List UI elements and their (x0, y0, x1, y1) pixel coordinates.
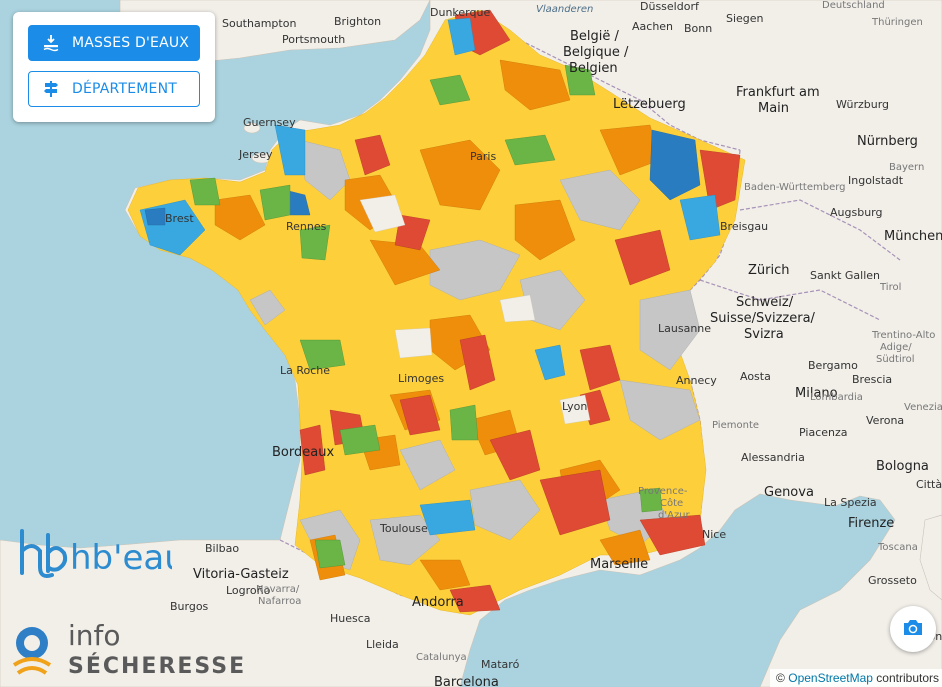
label-lleida: Lleida (366, 638, 399, 651)
label-cotedazur: Côte (660, 497, 683, 509)
label-aachen: Aachen (632, 20, 673, 33)
label-trentino: Trentino-Alto (871, 330, 935, 341)
label-bologna: Bologna (876, 459, 929, 474)
label-lombardia: Lombardia (810, 392, 863, 403)
attribution-suffix: contributors (876, 671, 939, 685)
label-schweiz: Schweiz/ (736, 295, 794, 310)
label-belgien: Belgien (569, 61, 618, 76)
label-breisgau: Breisgau (720, 220, 768, 233)
label-vitoria: Vitoria-Gasteiz (193, 567, 289, 582)
label-andorra: Andorra (412, 595, 464, 610)
label-sanktgallen: Sankt Gallen (810, 269, 880, 282)
label-alessandria: Alessandria (741, 451, 805, 464)
label-lausanne: Lausanne (658, 322, 711, 335)
layer-selector-panel: MASSES D'EAUX DÉPARTEMENT (13, 12, 215, 122)
label-lyon: Lyon (562, 400, 587, 413)
label-paris: Paris (470, 150, 496, 163)
label-dunkerque: Dunkerque (430, 6, 490, 19)
label-vlaanderen: Vlaanderen (536, 4, 593, 15)
label-grosseto: Grosseto (868, 574, 917, 587)
label-southampton: Southampton (222, 17, 296, 30)
label-annecy: Annecy (676, 374, 717, 387)
label-wurttemberg: Baden-Württemberg (744, 182, 846, 193)
label-catalunya: Catalunya (416, 652, 467, 663)
info-secheresse-logo: info SÉCHERESSE (10, 617, 250, 684)
label-nice: Nice (702, 528, 726, 541)
label-piacenza: Piacenza (799, 426, 848, 439)
label-aosta: Aosta (740, 370, 771, 383)
label-belgique-1: België / (570, 29, 620, 44)
label-letzebuerg: Lëtzebuerg (613, 97, 686, 112)
label-toulouse: Toulouse (379, 522, 428, 535)
label-bilbao: Bilbao (205, 542, 239, 555)
label-wurzburg: Würzburg (836, 98, 889, 111)
label-marseille: Marseille (590, 557, 648, 572)
label-adige: Adige/ (880, 342, 912, 353)
label-jersey: Jersey (238, 148, 273, 161)
label-main: Main (758, 101, 789, 116)
label-larochelle: La Roche (280, 364, 330, 377)
label-verona: Verona (866, 414, 904, 427)
secheresse-text: SÉCHERESSE (68, 653, 246, 679)
label-portsmouth: Portsmouth (282, 33, 345, 46)
camera-icon (902, 617, 924, 642)
attribution-prefix: © (776, 671, 785, 685)
info-text: info (68, 619, 121, 652)
label-brescia: Brescia (852, 373, 892, 386)
label-dazur: d'Azur (658, 510, 691, 521)
masses-deaux-button[interactable]: MASSES D'EAUX (28, 25, 200, 61)
label-nurnberg: Nürnberg (857, 134, 918, 149)
departement-button[interactable]: DÉPARTEMENT (28, 71, 200, 107)
label-burgos: Burgos (170, 600, 209, 613)
label-dusseldorf: Düsseldorf (640, 0, 700, 13)
label-ingolstadt: Ingolstadt (848, 174, 904, 187)
label-barcelona: Barcelona (434, 675, 499, 687)
label-navarra: Navarra/ (256, 584, 300, 595)
label-bordeaux: Bordeaux (272, 445, 334, 460)
label-rennes: Rennes (286, 220, 327, 233)
label-laspezia: La Spezia (824, 496, 877, 509)
label-augsburg: Augsburg (830, 206, 882, 219)
label-provence: Provence- (638, 486, 688, 497)
label-sudtirol: Südtirol (876, 354, 915, 365)
signpost-icon (42, 80, 60, 98)
label-zurich: Zürich (748, 263, 790, 278)
label-bonn: Bonn (684, 22, 712, 35)
label-venezia: Venezia (904, 402, 942, 413)
hbeau-logo: hb'eau (12, 523, 186, 598)
label-siegen: Siegen (726, 12, 764, 25)
camera-button[interactable] (890, 606, 936, 652)
label-deutschland: Deutschland (822, 0, 885, 11)
label-frankfurt: Frankfurt am (736, 85, 820, 100)
label-svizra: Svizra (744, 327, 784, 342)
label-bayern: Bayern (889, 162, 924, 173)
label-nafarroa: Nafarroa (258, 596, 301, 607)
label-belgique-2: Belgique / (563, 45, 629, 60)
map-attribution: © OpenStreetMap contributors (770, 669, 942, 687)
departement-label: DÉPARTEMENT (72, 81, 178, 97)
label-huesca: Huesca (330, 612, 371, 625)
label-piemonte: Piemonte (712, 420, 759, 431)
label-guernsey: Guernsey (243, 116, 296, 129)
label-thuringen: Thüringen (871, 17, 923, 28)
label-firenze: Firenze (848, 516, 894, 531)
label-munchen: München (884, 229, 942, 244)
label-genova: Genova (764, 485, 814, 500)
label-brighton: Brighton (334, 15, 381, 28)
label-limoges: Limoges (398, 372, 444, 385)
hbeau-text: hb'eau (70, 538, 172, 578)
label-brest: Brest (165, 212, 194, 225)
water-level-icon (42, 34, 60, 52)
label-bergamo: Bergamo (808, 359, 858, 372)
label-citta: Città (916, 478, 942, 491)
label-suisse: Suisse/Svizzera/ (710, 311, 816, 326)
label-toscana: Toscana (877, 542, 918, 553)
masses-deaux-label: MASSES D'EAUX (72, 35, 190, 51)
label-tirol: Tirol (879, 282, 901, 293)
openstreetmap-link[interactable]: OpenStreetMap (788, 671, 873, 685)
label-mataro: Mataró (481, 658, 520, 671)
